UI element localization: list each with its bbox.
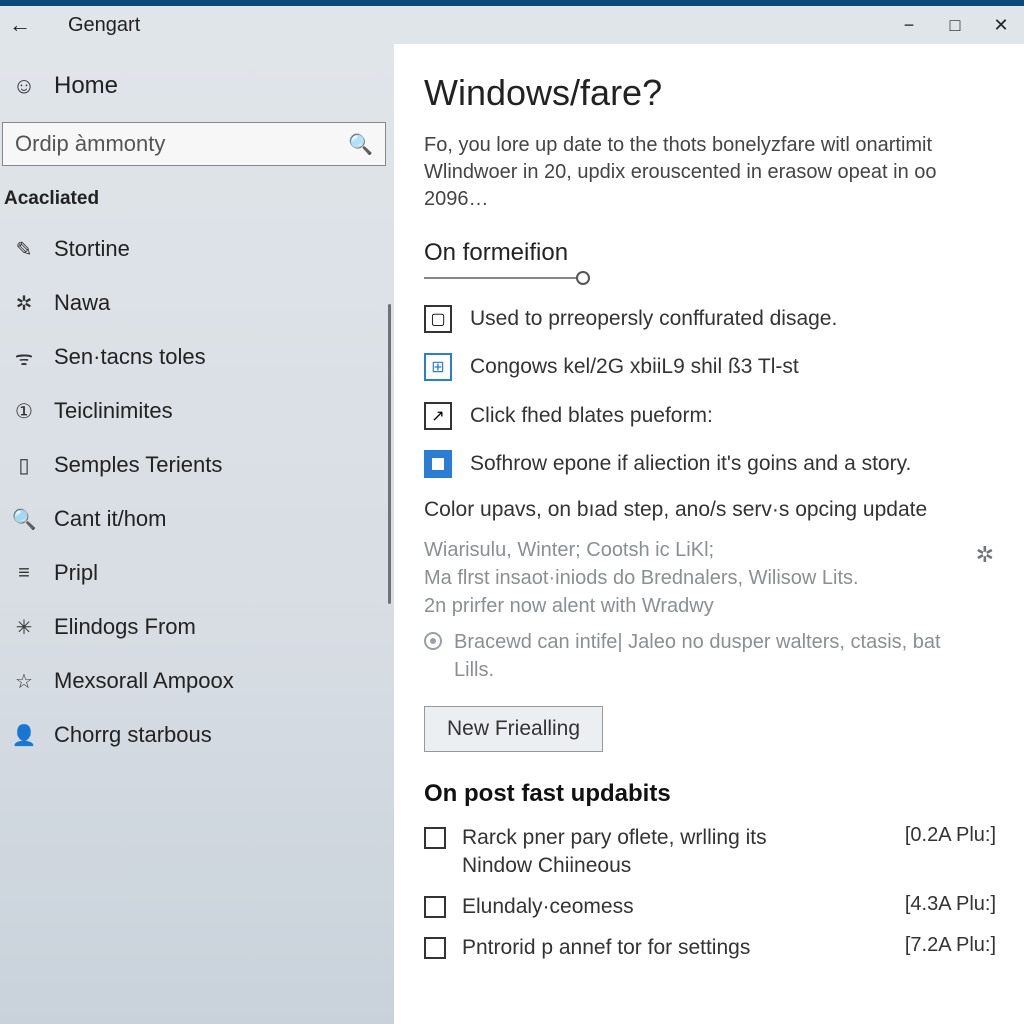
section-heading-2: On post fast updabits bbox=[424, 780, 1000, 808]
sidebar-item-sentacns[interactable]: ᯤ Sen·tacns toles bbox=[0, 330, 394, 384]
sidebar-item-semples[interactable]: ▯ Semples Terients bbox=[0, 438, 394, 492]
option-label: Sofhrow epone if aliection it's goins an… bbox=[470, 450, 911, 478]
person-icon: 👤 bbox=[12, 723, 36, 747]
option-label: Congows kel/2G xbiiL9 shil ß3 Tl-st bbox=[470, 353, 799, 381]
checkbox-label: Elundaly·ceomess bbox=[462, 893, 822, 920]
checkbox-meta: [0.2A Plu:] bbox=[905, 824, 1000, 847]
checkbox-icon[interactable] bbox=[424, 827, 446, 849]
option-row[interactable]: ↗ Click fhed blates pueform: bbox=[424, 402, 984, 430]
sidebar-item-label: Mexsorall Ampoox bbox=[54, 668, 234, 694]
search-icon: 🔍 bbox=[348, 132, 373, 157]
section-heading: On formeifion bbox=[424, 239, 1000, 267]
option-label: Click fhed blates pueform: bbox=[470, 402, 713, 430]
star-icon: ☆ bbox=[12, 669, 36, 693]
search-input[interactable] bbox=[15, 131, 348, 157]
sidebar-item-mexsorall[interactable]: ☆ Mexsorall Ampoox bbox=[0, 654, 394, 708]
new-button[interactable]: New Friealling bbox=[424, 706, 603, 752]
sidebar-item-label: Nawa bbox=[54, 290, 110, 316]
sidebar-item-label: Semples Terients bbox=[54, 452, 222, 478]
arrow-box-icon: ↗ bbox=[424, 402, 452, 430]
settings-star-icon[interactable]: ✲ bbox=[976, 540, 994, 571]
checkbox-label: Pntrorid p annef tor for settings bbox=[462, 934, 822, 961]
info-text-content: Wiarisulu, Winter; Cootsh ic LiKl; Ma fl… bbox=[424, 539, 859, 617]
sidebar-item-label: Cant it/hom bbox=[54, 506, 167, 532]
sidebar-home-label: Home bbox=[54, 72, 118, 100]
asterisk-icon: ✳ bbox=[12, 615, 36, 639]
checkbox-icon[interactable] bbox=[424, 937, 446, 959]
bullet-icon bbox=[424, 632, 442, 650]
close-button[interactable]: ✕ bbox=[978, 6, 1024, 44]
settings-window: ← Gengart − □ ✕ ☺ Home 🔍 Acacliated ✎ St… bbox=[0, 0, 1024, 1024]
page-intro: Fo, you lore up date to the thots bonely… bbox=[424, 132, 984, 213]
sidebar-item-stortine[interactable]: ✎ Stortine bbox=[0, 222, 394, 276]
info-icon: ① bbox=[12, 399, 36, 423]
checkbox-row[interactable]: Rarck pner pary oflete, wrlling its Nind… bbox=[424, 824, 1000, 879]
checkbox-label: Rarck pner pary oflete, wrlling its Nind… bbox=[462, 824, 822, 879]
sidebar-item-teiclinimites[interactable]: ① Teiclinimites bbox=[0, 384, 394, 438]
titlebar: ← Gengart − □ ✕ bbox=[0, 6, 1024, 44]
maximize-button[interactable]: □ bbox=[932, 6, 978, 44]
device-icon: ▯ bbox=[12, 453, 36, 477]
checkbox-row[interactable]: Elundaly·ceomess [4.3A Plu:] bbox=[424, 893, 1000, 920]
checkbox-row[interactable]: Pntrorid p annef tor for settings [7.2A … bbox=[424, 934, 1000, 961]
filled-square-icon bbox=[424, 450, 452, 478]
sidebar-item-chorrg[interactable]: 👤 Chorrg starbous bbox=[0, 708, 394, 762]
wifi-icon: ᯤ bbox=[12, 345, 36, 369]
sidebar-item-label: Stortine bbox=[54, 236, 130, 262]
slider[interactable] bbox=[424, 277, 584, 279]
sidebar-item-label: Pripl bbox=[54, 560, 98, 586]
sidebar-item-label: Elindogs From bbox=[54, 614, 196, 640]
checkbox-meta: [7.2A Plu:] bbox=[905, 934, 1000, 957]
sidebar-item-label: Teiclinimites bbox=[54, 398, 173, 424]
gear-icon: ✲ bbox=[12, 291, 36, 315]
magnifier-icon: 🔍 bbox=[12, 507, 36, 531]
sidebar-section-label: Acacliated bbox=[0, 188, 394, 222]
sidebar-item-label: Sen·tacns toles bbox=[54, 344, 206, 370]
sidebar-item-pripl[interactable]: ≡ Pripl bbox=[0, 546, 394, 600]
back-button[interactable]: ← bbox=[0, 12, 40, 38]
window-controls: − □ ✕ bbox=[886, 6, 1024, 44]
sub-heading: Color upavs, on bıad step, ano/s serv·s … bbox=[424, 498, 1000, 522]
info-text: Wiarisulu, Winter; Cootsh ic LiKl; Ma fl… bbox=[424, 536, 964, 620]
sidebar-item-nawa[interactable]: ✲ Nawa bbox=[0, 276, 394, 330]
page-title: Windows/fare? bbox=[424, 72, 1000, 114]
window-title: Gengart bbox=[68, 14, 140, 37]
sidebar-item-elindogs[interactable]: ✳ Elindogs From bbox=[0, 600, 394, 654]
content-pane: Windows/fare? Fo, you lore up date to th… bbox=[394, 44, 1024, 1024]
checkbox-meta: [4.3A Plu:] bbox=[905, 893, 1000, 916]
sidebar-scrollbar[interactable] bbox=[388, 304, 391, 604]
option-row[interactable]: ⊞ Congows kel/2G xbiiL9 shil ß3 Tl-st bbox=[424, 353, 984, 381]
sidebar-item-cantithom[interactable]: 🔍 Cant it/hom bbox=[0, 492, 394, 546]
info-row: Bracewd can intife| Jaleo no dusper walt… bbox=[424, 628, 964, 684]
slider-thumb[interactable] bbox=[576, 271, 590, 285]
sidebar: ☺ Home 🔍 Acacliated ✎ Stortine ✲ Nawa ᯤ … bbox=[0, 44, 394, 1024]
pencil-icon: ✎ bbox=[12, 237, 36, 261]
option-row[interactable]: Sofhrow epone if aliection it's goins an… bbox=[424, 450, 984, 478]
list-icon: ≡ bbox=[12, 561, 36, 585]
window-icon: ⊞ bbox=[424, 353, 452, 381]
square-icon: ▢ bbox=[424, 305, 452, 333]
sidebar-home[interactable]: ☺ Home bbox=[0, 72, 394, 122]
home-icon: ☺ bbox=[12, 74, 36, 98]
minimize-button[interactable]: − bbox=[886, 6, 932, 44]
info-row-text: Bracewd can intife| Jaleo no dusper walt… bbox=[454, 628, 964, 684]
option-row[interactable]: ▢ Used to prreopersly conffurated disage… bbox=[424, 305, 984, 333]
option-label: Used to prreopersly conffurated disage. bbox=[470, 305, 837, 333]
checkbox-icon[interactable] bbox=[424, 896, 446, 918]
sidebar-item-label: Chorrg starbous bbox=[54, 722, 212, 748]
search-box[interactable]: 🔍 bbox=[2, 122, 386, 166]
